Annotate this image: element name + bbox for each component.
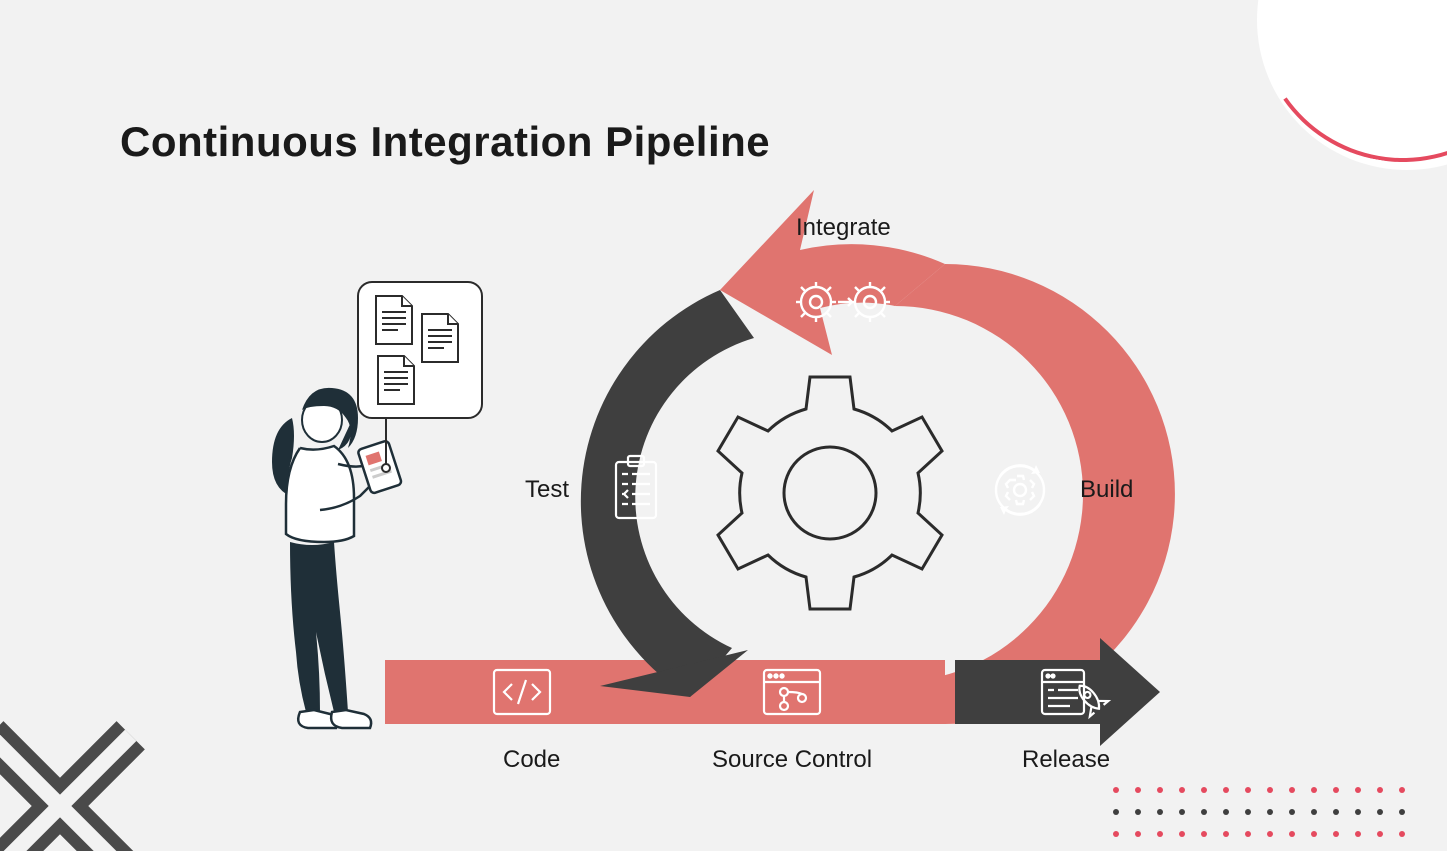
dot-grid-decoration <box>1113 787 1407 839</box>
center-gear-icon <box>718 377 942 609</box>
label-integrate: Integrate <box>796 214 891 242</box>
label-test: Test <box>525 476 569 504</box>
label-build: Build <box>1080 476 1133 504</box>
person-illustration <box>272 388 402 728</box>
label-source-control: Source Control <box>712 746 872 774</box>
pipeline-diagram <box>0 0 1447 851</box>
build-icon <box>996 465 1044 515</box>
label-release: Release <box>1022 746 1110 774</box>
label-code: Code <box>503 746 560 774</box>
loop-left-dark <box>581 290 754 697</box>
